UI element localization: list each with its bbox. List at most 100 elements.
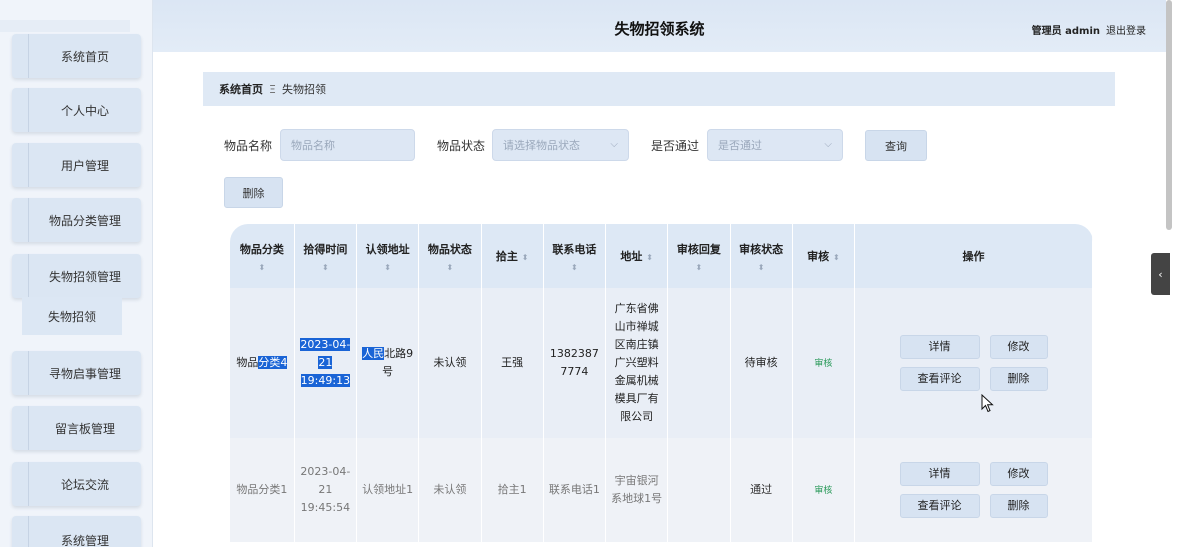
cell-location: 广东省佛山市禅城区南庄镇广兴塑料金属机械模具厂有限公司 (605, 288, 669, 438)
lost-found-table: 物品分类 ⬍ 拾得时间 ⬍ 认领地址 ⬍ 物品状态 ⬍ 拾主 ⬍ 联系电话 ⬍ 地址 ⬍ … (230, 224, 1093, 547)
cell-item-status: 未认领 (418, 288, 482, 438)
cell-location: 宇宙银河系地球1号 (605, 438, 669, 542)
bulk-delete-button[interactable]: 删除 (224, 177, 283, 208)
search-button[interactable]: 查询 (865, 130, 927, 161)
sort-arrows-icon[interactable]: ⬍ (731, 263, 792, 272)
cell-audit-reply (667, 438, 731, 542)
item-status-placeholder: 请选择物品状态 (503, 139, 580, 152)
edit-button[interactable]: 修改 (989, 335, 1048, 359)
cell-audit: 审核 (792, 438, 856, 542)
page-scrollbar[interactable] (1166, 0, 1172, 230)
approved-placeholder: 是否通过 (718, 139, 762, 152)
cell-finder: 王强 (481, 288, 544, 438)
cell-category: 物品分类4 (230, 288, 295, 438)
sidebar-item-label: 系统管理 (28, 516, 141, 547)
cell-phone: 联系电话1 (543, 438, 607, 542)
header-actions: 操作 (854, 224, 1093, 288)
detail-button[interactable]: 详情 (899, 462, 980, 486)
cell-finder: 拾主1 (481, 438, 544, 542)
logout-link[interactable]: 退出登录 (1106, 22, 1146, 37)
sidebar-item-label: 用户管理 (28, 143, 141, 187)
sort-arrows-icon[interactable]: ⬍ (646, 253, 653, 262)
cell-phone: 13823877774 (543, 288, 607, 438)
cell-audit-status: 待审核 (730, 288, 793, 438)
sort-arrows-icon[interactable]: ⬍ (544, 263, 605, 272)
header-item-status[interactable]: 物品状态 ⬍ (418, 224, 482, 288)
sidebar: 系统首页 个人中心 用户管理 物品分类管理 失物招领管理 失物招领 寻物启事管理… (0, 0, 153, 547)
sidebar-item-label: 物品分类管理 (28, 198, 141, 242)
chevron-left-icon[interactable]: ‹ (1151, 253, 1170, 295)
item-name-placeholder: 物品名称 (291, 139, 335, 152)
cell-claim-address: 认领地址1 (356, 438, 420, 542)
sidebar-subitem-lost-found[interactable]: 失物招领 (22, 297, 122, 335)
chevron-down-icon: ⌵ (824, 139, 832, 150)
breadcrumb-home[interactable]: 系统首页 (219, 81, 263, 97)
header-found-time[interactable]: 拾得时间 ⬍ (294, 224, 358, 288)
sort-arrows-icon[interactable]: ⬍ (357, 263, 418, 272)
sidebar-item-home[interactable]: 系统首页 (12, 34, 141, 78)
header-phone[interactable]: 联系电话 ⬍ (543, 224, 607, 288)
approved-label: 是否通过 (651, 139, 700, 153)
delete-button[interactable]: 删除 (989, 494, 1048, 518)
edit-button[interactable]: 修改 (989, 462, 1048, 486)
sort-arrows-icon[interactable]: ⬍ (522, 253, 529, 262)
cell-audit-status: 通过 (730, 438, 793, 542)
approved-select[interactable]: 是否通过 ⌵ (707, 129, 843, 161)
cell-audit: 审核 (792, 288, 856, 438)
current-user: 管理员 admin (1031, 26, 1100, 37)
sidebar-item-category-management[interactable]: 物品分类管理 (12, 198, 141, 242)
sidebar-item-forum[interactable]: 论坛交流 (12, 462, 141, 506)
cell-category: 物品分类1 (230, 438, 295, 542)
top-header: 失物招领系统 管理员 admin 退出登录 (153, 0, 1166, 52)
item-status-label: 物品状态 (437, 139, 486, 153)
mouse-pointer-icon (981, 394, 994, 413)
sidebar-item-message-board[interactable]: 留言板管理 (12, 406, 141, 450)
breadcrumb-separator-icon: Ξ (269, 82, 276, 96)
sidebar-item-label: 失物招领管理 (28, 254, 141, 298)
sort-arrows-icon[interactable]: ⬍ (295, 263, 356, 272)
audit-link[interactable]: 审核 (814, 486, 832, 496)
sidebar-item-label: 个人中心 (28, 88, 141, 132)
view-comments-button[interactable]: 查看评论 (899, 494, 980, 518)
sidebar-item-label: 寻物启事管理 (28, 351, 141, 395)
header-audit-reply[interactable]: 审核回复 ⬍ (667, 224, 731, 288)
cell-found-time: 2023-04-21 19:49:13 (294, 288, 358, 438)
cell-item-status: 未认领 (418, 438, 482, 542)
item-name-label: 物品名称 (224, 139, 273, 153)
sort-arrows-icon[interactable]: ⬍ (833, 253, 840, 262)
app-title: 失物招领系统 (614, 20, 705, 38)
sidebar-item-lost-found-management[interactable]: 失物招领管理 (12, 254, 141, 298)
cell-found-time: 2023-04-21 19:45:54 (294, 438, 358, 542)
header-audit[interactable]: 审核 ⬍ (792, 224, 856, 288)
header-finder[interactable]: 拾主 ⬍ (481, 224, 544, 288)
item-name-input[interactable]: 物品名称 (280, 129, 415, 161)
chevron-down-icon: ⌵ (610, 139, 618, 150)
breadcrumb-current: 失物招领 (281, 83, 326, 96)
header-location[interactable]: 地址 ⬍ (605, 224, 669, 288)
header-audit-status[interactable]: 审核状态 ⬍ (730, 224, 793, 288)
sidebar-item-label: 留言板管理 (28, 406, 141, 450)
table-row: 物品分类4 2023-04-21 19:49:13 人民北路9号 未认领 王强 … (230, 288, 1093, 438)
table-row: 物品分类1 2023-04-21 19:45:54 认领地址1 未认领 拾主1 … (230, 438, 1093, 542)
audit-link[interactable]: 审核 (814, 359, 832, 369)
cell-claim-address: 人民北路9号 (356, 288, 420, 438)
sidebar-item-user-management[interactable]: 用户管理 (12, 143, 141, 187)
sort-arrows-icon[interactable]: ⬍ (668, 263, 729, 272)
sidebar-item-label: 系统首页 (28, 34, 141, 78)
item-status-select[interactable]: 请选择物品状态 ⌵ (492, 129, 629, 161)
detail-button[interactable]: 详情 (899, 335, 980, 359)
delete-button[interactable]: 删除 (989, 367, 1048, 391)
sidebar-item-lost-notice-management[interactable]: 寻物启事管理 (12, 351, 141, 395)
sort-arrows-icon[interactable]: ⬍ (230, 263, 294, 272)
breadcrumb: 系统首页 Ξ 失物招领 (203, 72, 1115, 106)
sidebar-item-personal-center[interactable]: 个人中心 (12, 88, 141, 132)
sort-arrows-icon[interactable]: ⬍ (419, 263, 480, 272)
table-header-row: 物品分类 ⬍ 拾得时间 ⬍ 认领地址 ⬍ 物品状态 ⬍ 拾主 ⬍ 联系电话 ⬍ 地址 ⬍ … (230, 224, 1093, 288)
header-claim-address[interactable]: 认领地址 ⬍ (356, 224, 420, 288)
cell-audit-reply (667, 288, 731, 438)
sidebar-item-system-management[interactable]: 系统管理 (12, 516, 141, 547)
cell-actions: 详情 修改 查看评论 删除 (854, 288, 1093, 438)
cell-actions: 详情 修改 查看评论 删除 (854, 438, 1093, 542)
view-comments-button[interactable]: 查看评论 (899, 367, 980, 391)
header-category[interactable]: 物品分类 ⬍ (230, 224, 295, 288)
